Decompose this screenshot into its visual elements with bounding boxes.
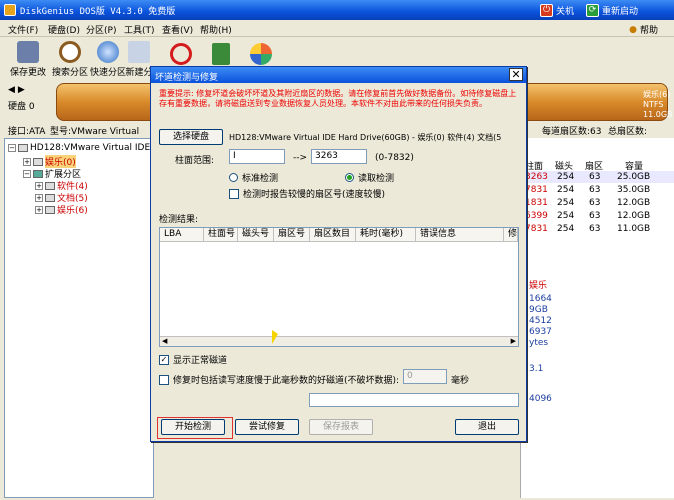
expand-icon[interactable]: +: [35, 181, 43, 190]
menu-partition[interactable]: 分区(P): [86, 23, 116, 36]
range-arrow: -->: [293, 153, 308, 163]
interface-text: 接口:ATA: [8, 127, 46, 137]
column-header[interactable]: 柱面号: [204, 228, 238, 242]
search-icon: [59, 41, 81, 63]
partition-info: 娱乐(6) NTFS 11.0GB: [643, 90, 673, 119]
chart-icon[interactable]: [250, 43, 272, 65]
column-header[interactable]: 耗时(毫秒): [356, 228, 416, 242]
repair-slow-checkbox[interactable]: 修复时包括读写速度慢于此毫秒数的好磁道(不破坏数据):: [159, 373, 399, 386]
results-label: 检测结果:: [159, 215, 199, 225]
partition-icon: [45, 181, 55, 190]
exit-button[interactable]: 退出: [455, 419, 519, 435]
bad-sector-dialog: 坏道检测与修复 ✕ 重要提示: 修复坏道会破坏坏道及其附近扇区的数据。请在修复前…: [150, 66, 527, 442]
menu-file[interactable]: 文件(F): [8, 23, 38, 36]
try-repair-button[interactable]: 尝试修复: [235, 419, 299, 435]
dialog-title: 坏道检测与修复: [155, 73, 219, 83]
column-header[interactable]: LBA: [160, 228, 204, 242]
disk-info-text: HD128:VMware Virtual IDE Hard Drive(60GB…: [229, 133, 502, 142]
backup-icon[interactable]: [212, 43, 230, 65]
cylinder-end-input[interactable]: 3263: [311, 149, 367, 164]
delete-icon[interactable]: [170, 43, 192, 65]
title-bar: DiskGenius DOS版 V4.3.0 免费版 ⏻ 关机 ⟳ 重新启动: [0, 0, 674, 20]
menu-disk[interactable]: 硬盘(D): [48, 23, 80, 36]
collapse-icon[interactable]: −: [8, 144, 16, 152]
tree-partition-6[interactable]: + 娱乐(6): [35, 203, 88, 216]
disk-label: 硬盘 0: [8, 102, 35, 112]
partition-icon: [45, 205, 55, 214]
dialog-title-bar: 坏道检测与修复 ✕: [151, 67, 526, 83]
partition-icon: [33, 157, 43, 166]
tree-disk[interactable]: − HD128:VMware Virtual IDE H: [8, 143, 160, 153]
column-header[interactable]: 扇区号: [274, 228, 310, 242]
column-header[interactable]: 磁头号: [238, 228, 274, 242]
column-header[interactable]: 修: [504, 228, 518, 242]
disk-icon: [97, 41, 119, 63]
select-disk-button[interactable]: 选择硬盘: [159, 129, 223, 145]
warning-text: 重要提示: 修复坏道会破坏坏道及其附近扇区的数据。请在修复前首先做好数据备份。如…: [159, 89, 517, 108]
menu-view[interactable]: 查看(V): [162, 23, 193, 36]
column-header[interactable]: 扇区数目: [310, 228, 356, 242]
menu-help[interactable]: 帮助(H): [200, 23, 232, 36]
partition-tree: − HD128:VMware Virtual IDE H + 娱乐(0) − 扩…: [4, 138, 160, 498]
cursor-icon: [272, 330, 278, 344]
close-icon[interactable]: ✕: [509, 68, 523, 81]
expand-icon[interactable]: +: [35, 193, 43, 202]
window-title: DiskGenius DOS版 V4.3.0 免费版: [20, 7, 176, 17]
radio-icon: [229, 173, 238, 182]
help-icon: ●: [629, 24, 637, 35]
scroll-right-icon[interactable]: ▶: [511, 337, 516, 345]
reboot-button[interactable]: ⟳ 重新启动: [586, 3, 638, 17]
cylinder-range-label: 柱面范围:: [175, 156, 215, 166]
slow-ms-input[interactable]: 0: [403, 369, 447, 384]
expand-icon[interactable]: +: [23, 157, 31, 166]
read-check-radio[interactable]: 读取检测: [345, 171, 394, 184]
partition-table: 柱面 磁头 扇区 容量 3263 254 63 25.0GB 7831 254 …: [520, 138, 674, 498]
app-icon: [4, 4, 16, 16]
restart-icon: ⟳: [586, 3, 599, 17]
help-link[interactable]: ● 帮助: [629, 23, 658, 37]
checkbox-icon: [159, 374, 169, 385]
menu-bar: 文件(F) 硬盘(D) 分区(P) 工具(T) 查看(V) 帮助(H) ● 帮助: [0, 20, 674, 37]
partition-icon: [33, 169, 43, 178]
save-changes-button[interactable]: 保存更改: [6, 41, 50, 78]
power-icon: ⏻: [540, 3, 553, 17]
sectors-per-track-text: 每道扇区数:63: [542, 127, 602, 137]
checkbox-icon: [229, 188, 239, 199]
column-header[interactable]: 错误信息: [416, 228, 504, 242]
disk-icon: [18, 144, 28, 152]
show-normal-checkbox[interactable]: ✓ 显示正常磁道: [159, 353, 227, 366]
horizontal-scrollbar[interactable]: ◀ ▶: [160, 336, 518, 346]
expand-icon[interactable]: +: [35, 205, 43, 214]
standard-check-radio[interactable]: 标准检测: [229, 171, 278, 184]
cylinder-range-hint: (0-7832): [375, 153, 414, 163]
disk-nav-arrows[interactable]: ◀▶: [8, 85, 28, 95]
save-icon: [17, 41, 39, 63]
radio-selected-icon: [345, 173, 354, 182]
scroll-left-icon[interactable]: ◀: [162, 337, 167, 345]
checkbox-checked-icon: ✓: [159, 354, 169, 365]
collapse-icon[interactable]: −: [23, 169, 31, 178]
shutdown-button[interactable]: ⏻ 关机: [540, 3, 574, 17]
new-partition-icon: [128, 41, 150, 63]
results-table: LBA 柱面号 磁头号 扇区号 扇区数目 耗时(毫秒) 错误信息 修 ◀ ▶: [159, 227, 519, 347]
save-report-button[interactable]: 保存报表: [309, 419, 373, 435]
start-check-button[interactable]: 开始检测: [161, 419, 225, 435]
cylinder-start-input[interactable]: I: [229, 149, 285, 164]
report-slow-checkbox[interactable]: 检测时报告较慢的扇区号(速度较慢): [229, 187, 385, 200]
total-sectors-text: 总扇区数:: [608, 127, 648, 137]
menu-tools[interactable]: 工具(T): [124, 23, 155, 36]
partition-icon: [45, 193, 55, 202]
progress-bar: [309, 393, 519, 407]
model-text: 型号:VMware Virtual: [50, 127, 140, 137]
ms-unit: 毫秒: [451, 376, 470, 386]
